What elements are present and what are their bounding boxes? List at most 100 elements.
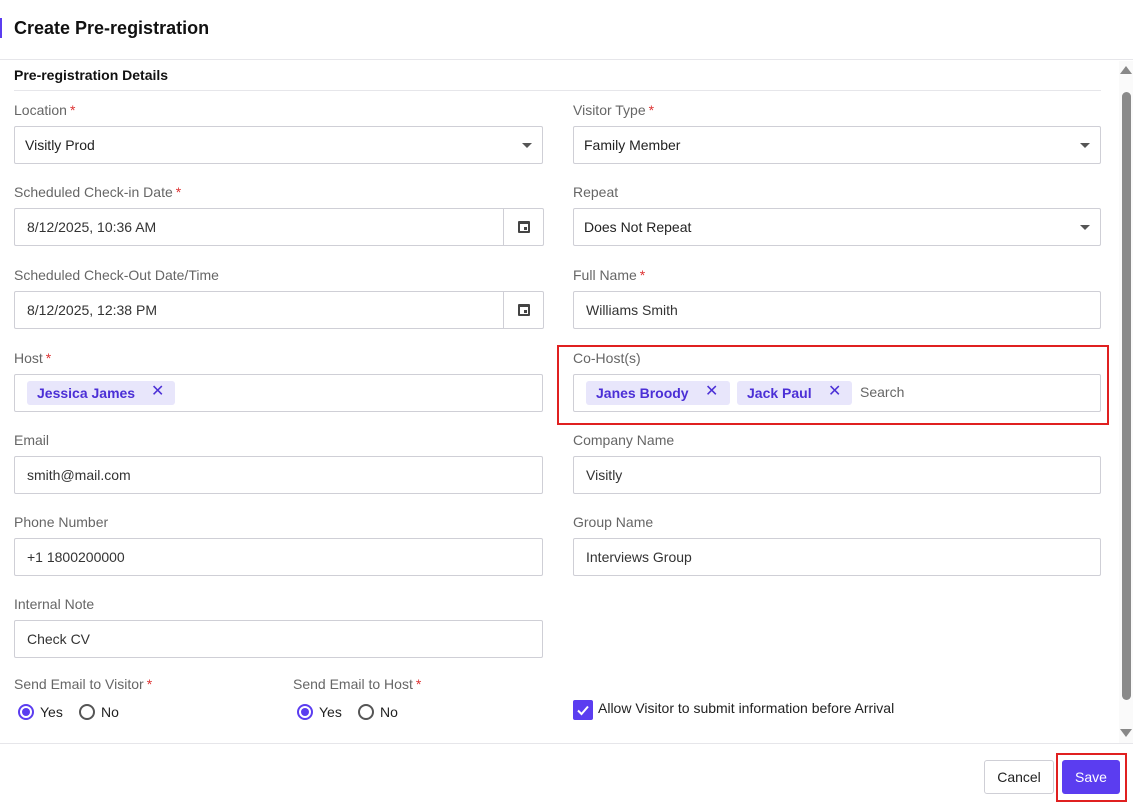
visitor-email-no-label[interactable]: No <box>101 704 119 720</box>
phone-label: Phone Number <box>14 514 108 530</box>
scrollbar-thumb[interactable] <box>1122 92 1131 700</box>
scroll-up-arrow-icon[interactable] <box>1120 66 1132 74</box>
cohost-label: Co-Host(s) <box>573 350 641 366</box>
modal-footer <box>0 743 1133 806</box>
send-email-visitor-label: Send Email to Visitor * <box>14 676 152 692</box>
internal-note-input[interactable]: Check CV <box>14 620 543 658</box>
checkin-calendar-button[interactable] <box>503 209 543 245</box>
full-name-value: Williams Smith <box>586 302 678 318</box>
repeat-select[interactable]: Does Not Repeat <box>573 208 1101 246</box>
modal-header: Create Pre-registration <box>0 0 1133 60</box>
repeat-label-text: Repeat <box>573 184 619 200</box>
host-email-no-label[interactable]: No <box>380 704 398 720</box>
repeat-value: Does Not Repeat <box>584 219 692 235</box>
visitor-email-yes-label[interactable]: Yes <box>40 704 63 720</box>
required-marker: * <box>45 350 52 366</box>
host-email-yes-label[interactable]: Yes <box>319 704 342 720</box>
chevron-down-icon <box>1080 225 1090 230</box>
allow-visitor-checkbox[interactable] <box>573 700 593 720</box>
required-marker: * <box>639 267 646 283</box>
company-name-input[interactable]: Visitly <box>573 456 1101 494</box>
required-marker: * <box>415 676 422 692</box>
phone-label-text: Phone Number <box>14 514 109 530</box>
internal-note-label-text: Internal Note <box>14 596 95 612</box>
close-icon[interactable]: ✕ <box>828 383 841 401</box>
host-multiselect[interactable]: Jessica James ✕ <box>14 374 543 412</box>
save-highlight-box <box>1056 753 1127 802</box>
location-value: Visitly Prod <box>25 137 95 153</box>
full-name-input[interactable]: Williams Smith <box>573 291 1101 329</box>
visitor-type-select[interactable]: Family Member <box>573 126 1101 164</box>
send-email-visitor-label-text: Send Email to Visitor <box>14 676 144 692</box>
visitor-type-value: Family Member <box>584 137 681 153</box>
checkin-date-label-text: Scheduled Check-in Date <box>14 184 173 200</box>
visitor-email-yes-radio[interactable] <box>18 704 34 720</box>
send-email-host-label-text: Send Email to Host <box>293 676 413 692</box>
company-name-label: Company Name <box>573 432 674 448</box>
host-chip: Jessica James ✕ <box>27 381 175 405</box>
page-title: Create Pre-registration <box>14 18 210 38</box>
internal-note-label: Internal Note <box>14 596 94 612</box>
repeat-label: Repeat <box>573 184 618 200</box>
cohost-chip-label: Janes Broody <box>596 385 689 401</box>
visitor-type-label-text: Visitor Type <box>573 102 646 118</box>
calendar-icon <box>518 221 530 233</box>
location-label-text: Location <box>14 102 67 118</box>
required-marker: * <box>175 184 182 200</box>
cohost-chip: Janes Broody ✕ <box>586 381 730 405</box>
check-icon <box>577 705 589 716</box>
location-select[interactable]: Visitly Prod <box>14 126 543 164</box>
company-name-value: Visitly <box>586 467 623 483</box>
phone-value: +1 1800200000 <box>27 549 125 565</box>
group-name-value: Interviews Group <box>586 549 692 565</box>
internal-note-value: Check CV <box>27 631 91 647</box>
scroll-down-arrow-icon[interactable] <box>1120 729 1132 737</box>
full-name-label: Full Name * <box>573 267 645 283</box>
checkout-date-value: 8/12/2025, 12:38 PM <box>27 302 157 318</box>
send-email-host-label: Send Email to Host * <box>293 676 421 692</box>
chevron-down-icon <box>522 143 532 148</box>
visitor-type-label: Visitor Type * <box>573 102 654 118</box>
company-name-label-text: Company Name <box>573 432 675 448</box>
section-title: Pre-registration Details <box>14 67 169 83</box>
group-name-input[interactable]: Interviews Group <box>573 538 1101 576</box>
checkout-date-label: Scheduled Check-Out Date/Time <box>14 267 219 283</box>
checkout-calendar-button[interactable] <box>503 292 543 328</box>
phone-input[interactable]: +1 1800200000 <box>14 538 543 576</box>
chevron-down-icon <box>1080 143 1090 148</box>
email-value: smith@mail.com <box>27 467 131 483</box>
required-marker: * <box>146 676 153 692</box>
required-marker: * <box>69 102 76 118</box>
host-chip-label: Jessica James <box>37 385 136 401</box>
email-label: Email <box>14 432 49 448</box>
header-accent-bar <box>0 18 2 38</box>
section-divider <box>14 90 1101 91</box>
calendar-icon <box>518 304 530 316</box>
email-field[interactable]: smith@mail.com <box>14 456 543 494</box>
cancel-button[interactable]: Cancel <box>984 760 1054 794</box>
cohost-search-placeholder[interactable]: Search <box>860 384 904 400</box>
location-label: Location * <box>14 102 75 118</box>
host-label: Host * <box>14 350 51 366</box>
allow-visitor-label[interactable]: Allow Visitor to submit information befo… <box>598 700 894 716</box>
cohost-multiselect[interactable]: Janes Broody ✕ Jack Paul ✕ Search <box>573 374 1101 412</box>
checkout-date-label-text: Scheduled Check-Out Date/Time <box>14 267 219 283</box>
full-name-label-text: Full Name <box>573 267 637 283</box>
checkin-date-value: 8/12/2025, 10:36 AM <box>27 219 157 235</box>
visitor-email-no-radio[interactable] <box>79 704 95 720</box>
checkin-date-input[interactable]: 8/12/2025, 10:36 AM <box>14 208 544 246</box>
cohost-chip: Jack Paul ✕ <box>737 381 852 405</box>
cohost-chip-label: Jack Paul <box>747 385 812 401</box>
group-name-label-text: Group Name <box>573 514 654 530</box>
host-label-text: Host <box>14 350 43 366</box>
cohost-label-text: Co-Host(s) <box>573 350 641 366</box>
checkout-date-input[interactable]: 8/12/2025, 12:38 PM <box>14 291 544 329</box>
host-email-yes-radio[interactable] <box>297 704 313 720</box>
host-email-no-radio[interactable] <box>358 704 374 720</box>
required-marker: * <box>648 102 655 118</box>
group-name-label: Group Name <box>573 514 653 530</box>
email-label-text: Email <box>14 432 50 448</box>
close-icon[interactable]: ✕ <box>151 383 164 401</box>
close-icon[interactable]: ✕ <box>705 383 718 401</box>
checkin-date-label: Scheduled Check-in Date * <box>14 184 181 200</box>
